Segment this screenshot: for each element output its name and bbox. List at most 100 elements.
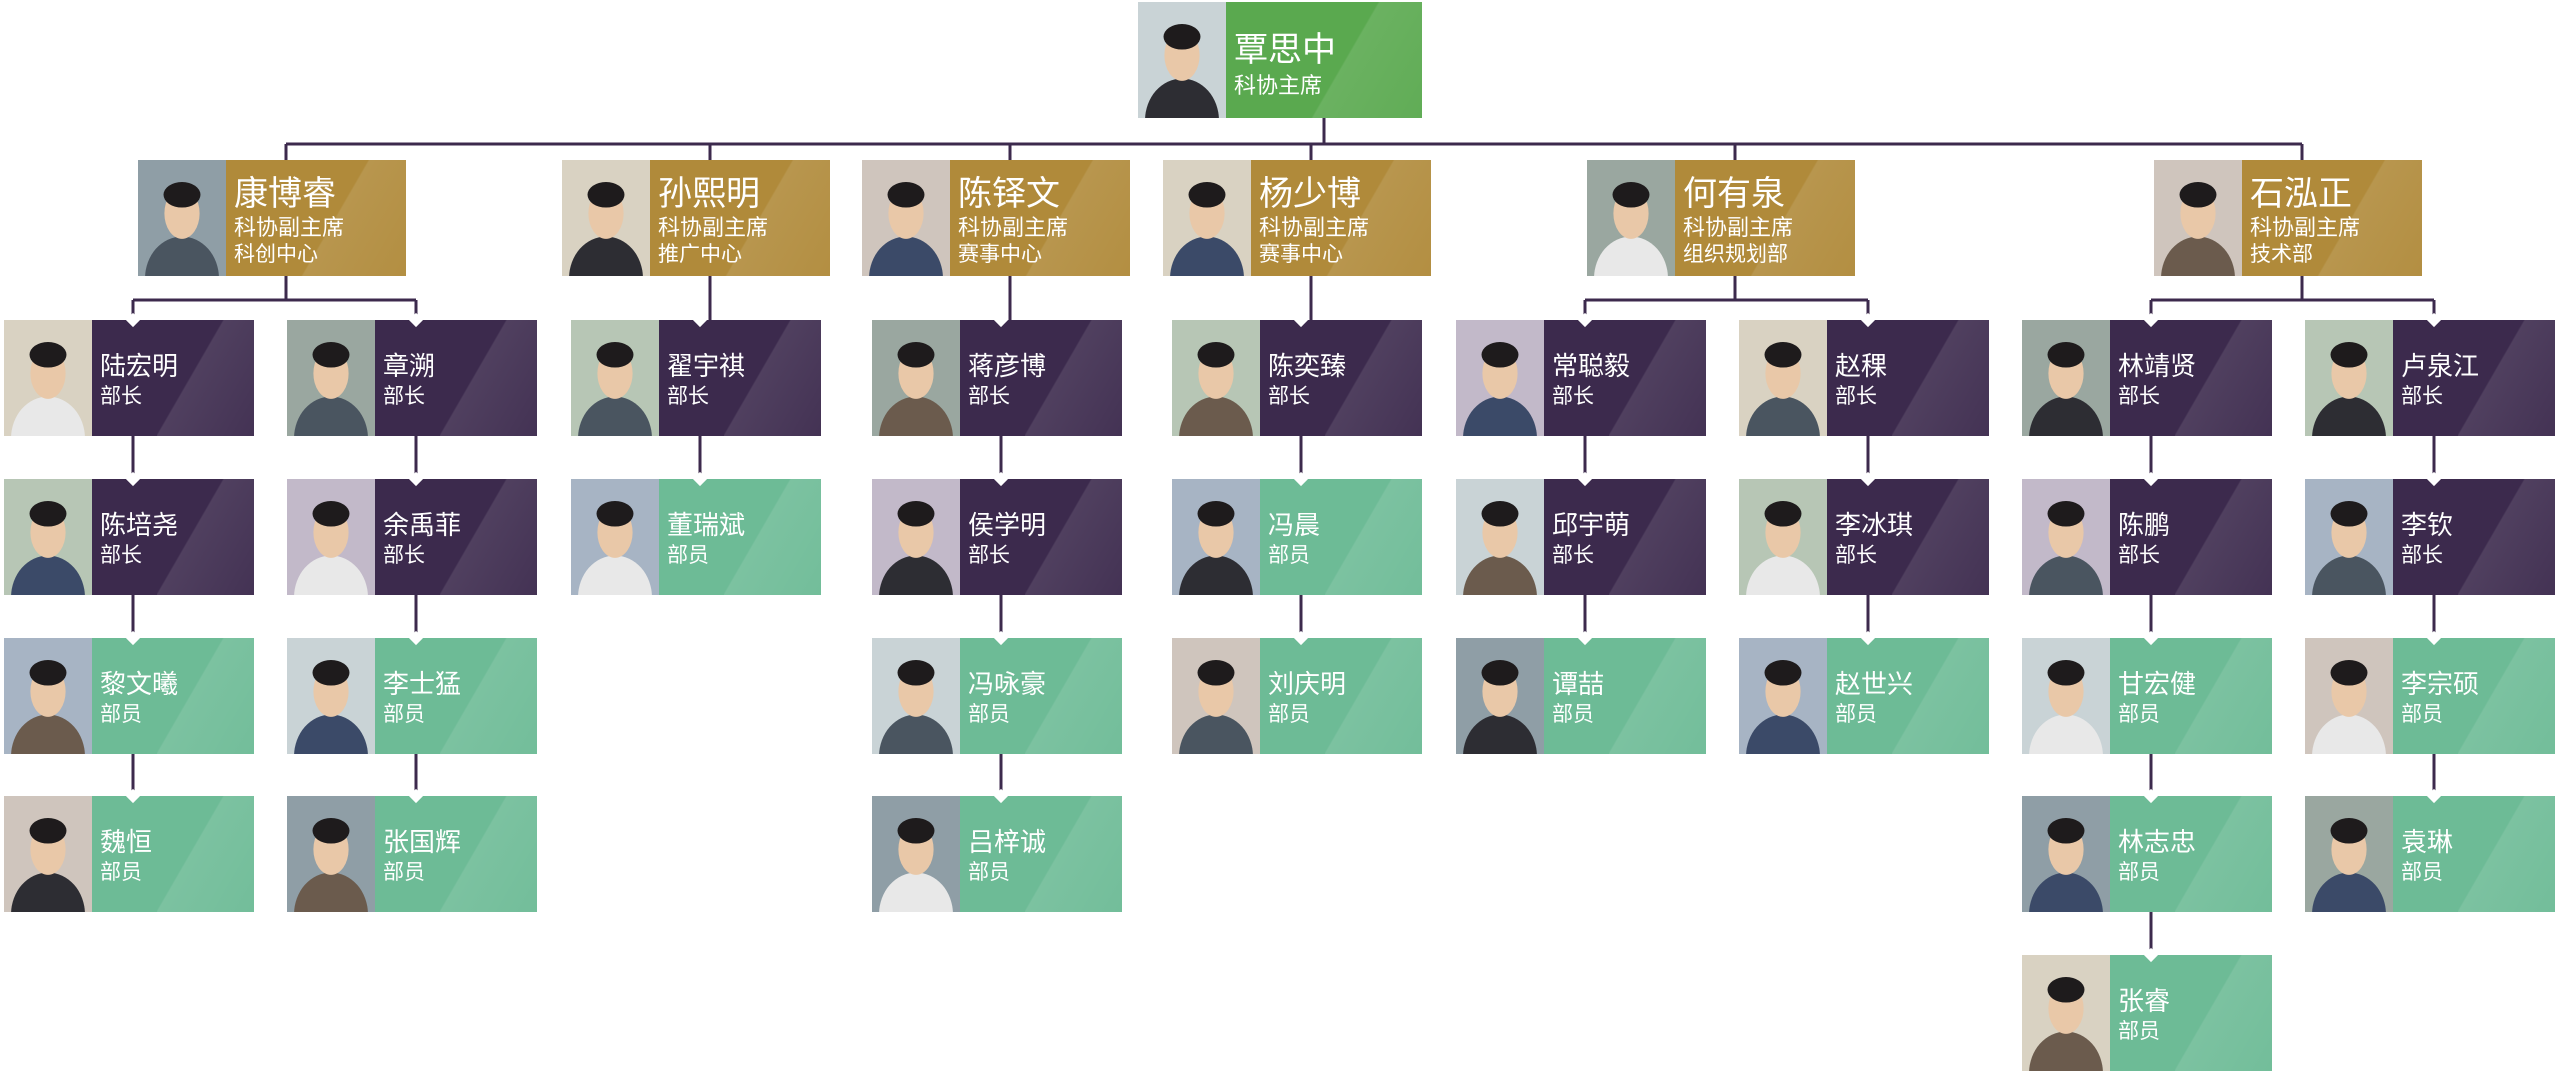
card-info: 陈培尧 部长 (92, 479, 254, 595)
person-name: 刘庆明 (1268, 670, 1347, 700)
member-card: 张国辉 部员 (287, 796, 537, 912)
avatar (2154, 160, 2242, 276)
avatar (571, 320, 659, 436)
avatar (4, 638, 92, 754)
person-name: 余禹菲 (383, 511, 462, 541)
department-head-card: 翟宇祺 部长 (571, 320, 821, 436)
person-role: 部员 (667, 543, 709, 567)
member-card: 袁琳 部员 (2305, 796, 2555, 912)
person-name: 陈奕臻 (1268, 352, 1347, 382)
person-role: 部员 (2118, 860, 2160, 884)
person-name: 冯咏豪 (968, 670, 1047, 700)
card-decoration (156, 796, 254, 912)
avatar (1739, 320, 1827, 436)
card-info: 杨少博 科协副主席 赛事中心 (1251, 160, 1431, 276)
member-card: 黎文曦 部员 (4, 638, 254, 754)
card-decoration (1891, 320, 1989, 436)
person-name: 甘宏健 (2118, 670, 2197, 700)
person-name: 康博睿 (234, 174, 336, 214)
department-head-card: 卢泉江 部长 (2305, 320, 2555, 436)
member-card: 李宗硕 部员 (2305, 638, 2555, 754)
vice-chair-card: 杨少博 科协副主席 赛事中心 (1163, 160, 1431, 276)
avatar (1456, 320, 1544, 436)
card-info: 覃思中 科协主席 (1226, 2, 1422, 118)
avatar (862, 160, 950, 276)
person-role: 部员 (2118, 702, 2160, 726)
avatar (1456, 479, 1544, 595)
avatar (2022, 479, 2110, 595)
member-card: 吕梓诚 部员 (872, 796, 1122, 912)
person-name: 蒋彦博 (968, 352, 1047, 382)
member-card: 冯咏豪 部员 (872, 638, 1122, 754)
vice-chair-card: 石泓正 科协副主席 技术部 (2154, 160, 2422, 276)
department-name: 技术部 (2250, 242, 2313, 266)
card-info: 林志忠 部员 (2110, 796, 2272, 912)
member-card: 刘庆明 部员 (1172, 638, 1422, 754)
person-name: 孙熙明 (658, 174, 760, 214)
vice-chair-card: 康博睿 科协副主席 科创中心 (138, 160, 406, 276)
department-name: 赛事中心 (1259, 242, 1343, 266)
person-role: 部长 (968, 543, 1010, 567)
card-info: 冯晨 部员 (1260, 479, 1422, 595)
department-head-card: 陈培尧 部长 (4, 479, 254, 595)
department-head-card: 余禹菲 部长 (287, 479, 537, 595)
card-info: 何有泉 科协副主席 组织规划部 (1675, 160, 1855, 276)
department-head-card: 陆宏明 部长 (4, 320, 254, 436)
card-info: 陈奕臻 部长 (1260, 320, 1422, 436)
person-name: 何有泉 (1683, 174, 1785, 214)
card-info: 张睿 部员 (2110, 955, 2272, 1071)
avatar (287, 320, 375, 436)
department-head-card: 赵稞 部长 (1739, 320, 1989, 436)
avatar (1456, 638, 1544, 754)
department-head-card: 陈鹏 部长 (2022, 479, 2272, 595)
person-name: 黎文曦 (100, 670, 179, 700)
card-info: 赵世兴 部员 (1827, 638, 1989, 754)
person-role: 部长 (100, 384, 142, 408)
avatar (287, 638, 375, 754)
department-head-card: 林靖贤 部长 (2022, 320, 2272, 436)
card-info: 陈铎文 科协副主席 赛事中心 (950, 160, 1130, 276)
department-head-card: 蒋彦博 部长 (872, 320, 1122, 436)
avatar (2022, 320, 2110, 436)
department-head-card: 邱宇萌 部长 (1456, 479, 1706, 595)
card-info: 邱宇萌 部长 (1544, 479, 1706, 595)
person-name: 卢泉江 (2401, 352, 2480, 382)
person-role: 科协主席 (1234, 74, 1323, 99)
person-role: 部长 (667, 384, 709, 408)
card-info: 李宗硕 部员 (2393, 638, 2555, 754)
card-decoration (1608, 638, 1706, 754)
person-name: 翟宇祺 (667, 352, 746, 382)
card-info: 董瑞斌 部员 (659, 479, 821, 595)
card-info: 李冰琪 部长 (1827, 479, 1989, 595)
vice-chair-card: 孙熙明 科协副主席 推广中心 (562, 160, 830, 276)
card-decoration (1324, 479, 1422, 595)
card-info: 魏恒 部员 (92, 796, 254, 912)
avatar (1138, 2, 1226, 118)
avatar (4, 796, 92, 912)
avatar (287, 796, 375, 912)
card-info: 陈鹏 部长 (2110, 479, 2272, 595)
person-name: 章溯 (383, 352, 436, 382)
department-name: 科创中心 (234, 242, 318, 266)
person-role: 部长 (1268, 384, 1310, 408)
person-name: 林靖贤 (2118, 352, 2197, 382)
member-card: 赵世兴 部员 (1739, 638, 1989, 754)
card-info: 刘庆明 部员 (1260, 638, 1422, 754)
card-info: 常聪毅 部长 (1544, 320, 1706, 436)
avatar (2305, 479, 2393, 595)
avatar (1163, 160, 1251, 276)
person-role: 部长 (383, 543, 425, 567)
person-name: 张国辉 (383, 828, 462, 858)
person-role: 部长 (1835, 384, 1877, 408)
card-info: 吕梓诚 部员 (960, 796, 1122, 912)
card-info: 谭喆 部员 (1544, 638, 1706, 754)
department-name: 赛事中心 (958, 242, 1042, 266)
person-role: 部员 (100, 702, 142, 726)
card-info: 侯学明 部长 (960, 479, 1122, 595)
person-role: 部长 (100, 543, 142, 567)
person-role: 部员 (2118, 1019, 2160, 1043)
member-card: 谭喆 部员 (1456, 638, 1706, 754)
avatar (138, 160, 226, 276)
card-decoration (2457, 796, 2555, 912)
member-card: 林志忠 部员 (2022, 796, 2272, 912)
